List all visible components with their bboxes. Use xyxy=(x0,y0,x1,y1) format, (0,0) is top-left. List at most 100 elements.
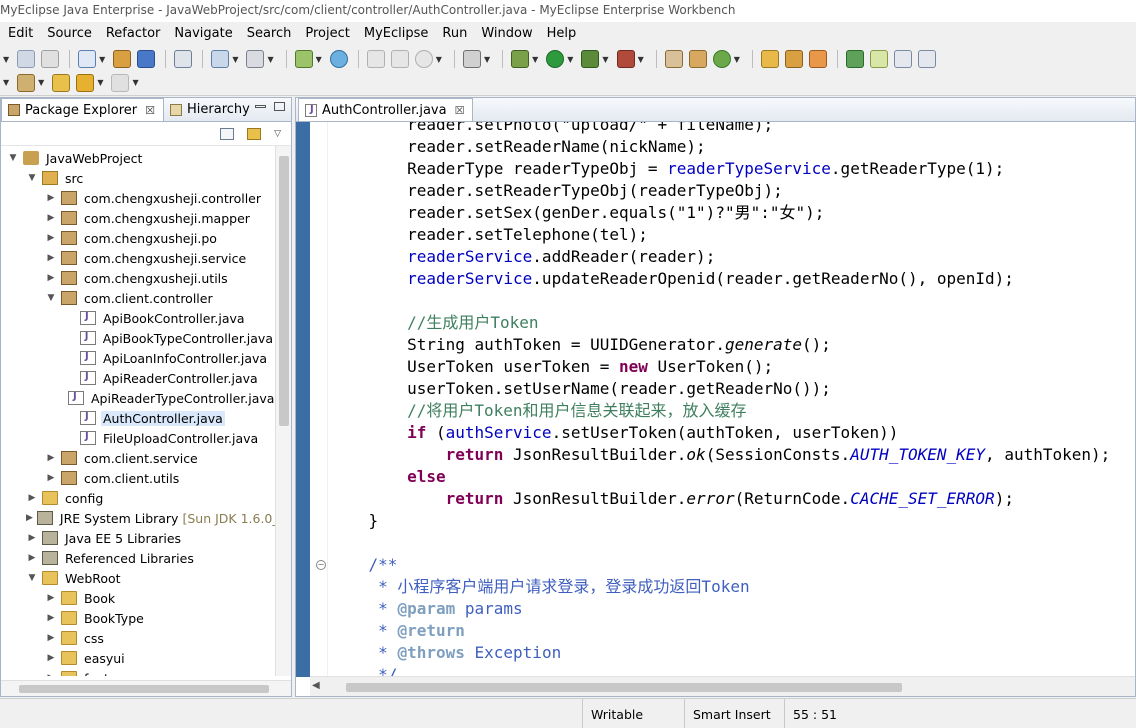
dropdown-arrow-icon[interactable]: ▼ xyxy=(132,78,138,87)
new-class-icon[interactable] xyxy=(688,50,707,68)
search-icon[interactable] xyxy=(246,50,265,68)
server-icon[interactable] xyxy=(174,50,193,68)
dropdown-arrow-icon[interactable]: ▼ xyxy=(532,55,538,64)
tab-hierarchy[interactable]: Hierarchy xyxy=(164,98,258,121)
print-icon[interactable] xyxy=(366,50,385,68)
menu-help[interactable]: Help xyxy=(547,26,577,41)
dropdown-arrow-icon[interactable]: ▼ xyxy=(97,78,103,87)
code-line[interactable]: * 小程序客户端用户请求登录，登录成功返回Token xyxy=(330,576,749,598)
tree-item[interactable]: AuthController.java xyxy=(1,408,275,428)
expand-arrow-icon[interactable]: ▶ xyxy=(45,233,57,243)
tree-item[interactable]: ▶ BookType xyxy=(1,608,275,628)
editor-horizontal-scrollbar[interactable]: ◀ xyxy=(310,676,1135,696)
expand-arrow-icon[interactable]: ▶ xyxy=(26,533,38,543)
toggle-mark-occurrences-icon[interactable] xyxy=(869,50,888,68)
tree-item[interactable]: ▶ easyui xyxy=(1,648,275,668)
back-icon[interactable] xyxy=(76,73,95,92)
next-annotation-icon[interactable] xyxy=(17,73,36,92)
run-server-icon[interactable] xyxy=(581,50,600,68)
tree-item[interactable]: ▶ com.chengxusheji.utils xyxy=(1,268,275,288)
code-line[interactable]: * @throws Exception xyxy=(330,642,561,664)
pin-icon[interactable] xyxy=(845,50,864,68)
expand-arrow-icon[interactable]: ▶ xyxy=(45,633,57,643)
dropdown-arrow-icon[interactable]: ▼ xyxy=(99,55,105,64)
link-with-editor-icon[interactable] xyxy=(247,127,262,140)
code-line[interactable]: * @param params xyxy=(330,598,523,620)
code-line[interactable]: //生成用户Token xyxy=(330,312,538,334)
dropdown-arrow-icon[interactable]: ▼ xyxy=(3,78,9,87)
dropdown-arrow-icon[interactable]: ▼ xyxy=(484,55,490,64)
new-dropdown-icon[interactable]: ▼ xyxy=(3,55,9,64)
run-icon[interactable] xyxy=(546,50,565,68)
last-edit-location-icon[interactable] xyxy=(52,73,71,92)
tree-item[interactable]: ApiLoanInfoController.java xyxy=(1,348,275,368)
expand-arrow-icon[interactable]: ▶ xyxy=(45,673,57,676)
tree-item[interactable]: ▼ WebRoot xyxy=(1,568,275,588)
tree-item[interactable]: ApiReaderController.java xyxy=(1,368,275,388)
menu-refactor[interactable]: Refactor xyxy=(106,26,161,41)
code-line[interactable]: //将用户Token和用户信息关联起来，放入缓存 xyxy=(330,400,746,422)
tree-item[interactable]: ▶ com.client.utils xyxy=(1,468,275,488)
dropdown-arrow-icon[interactable]: ▼ xyxy=(638,55,644,64)
menu-window[interactable]: Window xyxy=(481,26,532,41)
menu-edit[interactable]: Edit xyxy=(8,26,33,41)
code-line[interactable]: else xyxy=(330,466,446,488)
code-line[interactable]: UserToken userToken = new UserToken(); xyxy=(330,356,773,378)
collapse-arrow-icon[interactable]: ▼ xyxy=(7,153,19,163)
dropdown-arrow-icon[interactable]: ▼ xyxy=(316,55,322,64)
collapse-all-icon[interactable] xyxy=(220,127,235,140)
code-line[interactable]: reader.setPhoto("upload/" + fileName); xyxy=(330,122,773,136)
brush-icon[interactable] xyxy=(784,50,803,68)
tree-item[interactable]: ApiBookController.java xyxy=(1,308,275,328)
scroll-thumb[interactable] xyxy=(346,683,902,692)
globe-icon[interactable] xyxy=(329,50,348,68)
dropdown-arrow-icon[interactable]: ▼ xyxy=(602,55,608,64)
expand-arrow-icon[interactable]: ▶ xyxy=(45,613,57,623)
tree-item[interactable]: ▼ com.client.controller xyxy=(1,288,275,308)
save-icon[interactable] xyxy=(17,50,36,68)
code-line[interactable]: readerService.updateReaderOpenid(reader.… xyxy=(330,268,1014,290)
expand-arrow-icon[interactable]: ▶ xyxy=(26,553,38,563)
close-icon[interactable]: ☒ xyxy=(455,104,465,117)
tree-item[interactable]: ApiBookTypeController.java xyxy=(1,328,275,348)
menu-search[interactable]: Search xyxy=(247,26,292,41)
tree-item[interactable]: ▼ JavaWebProject xyxy=(1,148,275,168)
tree-item[interactable]: ▶ Java EE 5 Libraries xyxy=(1,528,275,548)
expand-arrow-icon[interactable]: ▶ xyxy=(45,193,57,203)
code-line[interactable]: return JsonResultBuilder.ok(SessionConst… xyxy=(330,444,1111,466)
tree-item[interactable]: ▶ com.chengxusheji.service xyxy=(1,248,275,268)
refresh-icon[interactable] xyxy=(712,50,731,68)
code-line[interactable]: reader.setTelephone(tel); xyxy=(330,224,648,246)
fold-toggle-icon[interactable]: − xyxy=(316,560,326,570)
dropdown-arrow-icon[interactable]: ▼ xyxy=(436,55,442,64)
dropdown-arrow-icon[interactable]: ▼ xyxy=(267,55,273,64)
tree-item[interactable]: ▶ JRE System Library [Sun JDK 1.6.0_1 xyxy=(1,508,287,528)
tree-item[interactable]: ▼ src xyxy=(1,168,275,188)
expand-arrow-icon[interactable]: ▶ xyxy=(45,653,57,663)
expand-arrow-icon[interactable]: ▶ xyxy=(26,493,38,503)
camera-icon[interactable] xyxy=(462,50,481,68)
menu-source[interactable]: Source xyxy=(47,26,92,41)
package-icon[interactable] xyxy=(113,50,132,68)
tree-item[interactable]: ▶ fonts xyxy=(1,668,275,676)
save-all-icon[interactable] xyxy=(41,50,60,68)
new-web-project-icon[interactable] xyxy=(294,50,313,68)
collapse-arrow-icon[interactable]: ▼ xyxy=(45,293,57,303)
tab-authcontroller-java[interactable]: AuthController.java ☒ xyxy=(298,98,474,121)
code-line[interactable]: userToken.setUserName(reader.getReaderNo… xyxy=(330,378,831,400)
menu-navigate[interactable]: Navigate xyxy=(174,26,232,41)
tree-item[interactable]: ▶ css xyxy=(1,628,275,648)
tree-item[interactable]: ▶ com.chengxusheji.po xyxy=(1,228,275,248)
show-whitespace-icon[interactable] xyxy=(917,50,936,68)
code-area[interactable]: reader.setPhoto("upload/" + fileName); r… xyxy=(330,122,1135,677)
dropdown-arrow-icon[interactable]: ▼ xyxy=(232,55,238,64)
close-icon[interactable]: ☒ xyxy=(145,104,155,117)
web-browser-icon[interactable] xyxy=(414,50,433,68)
new-package-icon[interactable] xyxy=(664,50,683,68)
code-line[interactable]: reader.setReaderTypeObj(readerTypeObj); xyxy=(330,180,783,202)
dropdown-arrow-icon[interactable]: ▼ xyxy=(38,78,44,87)
debug-icon[interactable] xyxy=(511,50,530,68)
code-line[interactable]: readerService.addReader(reader); xyxy=(330,246,715,268)
forward-icon[interactable] xyxy=(111,73,130,92)
tree-item[interactable]: FileUploadController.java xyxy=(1,428,275,448)
